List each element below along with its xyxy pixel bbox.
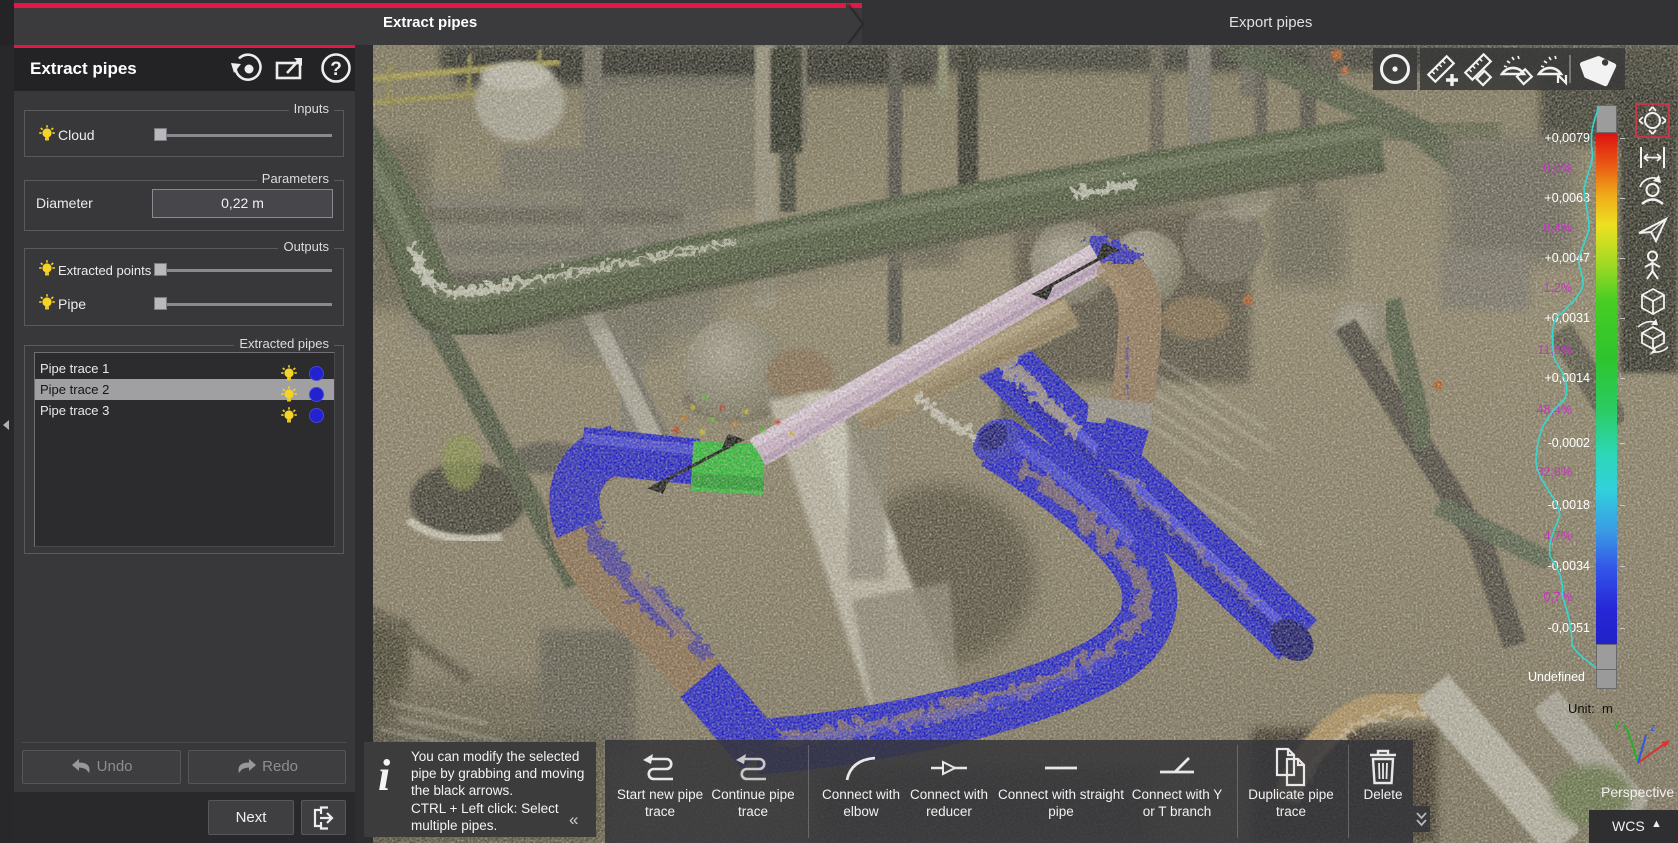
svg-text:y: y bbox=[1614, 718, 1620, 730]
svg-text:?: ? bbox=[330, 59, 342, 80]
svg-text:z: z bbox=[1650, 722, 1656, 734]
